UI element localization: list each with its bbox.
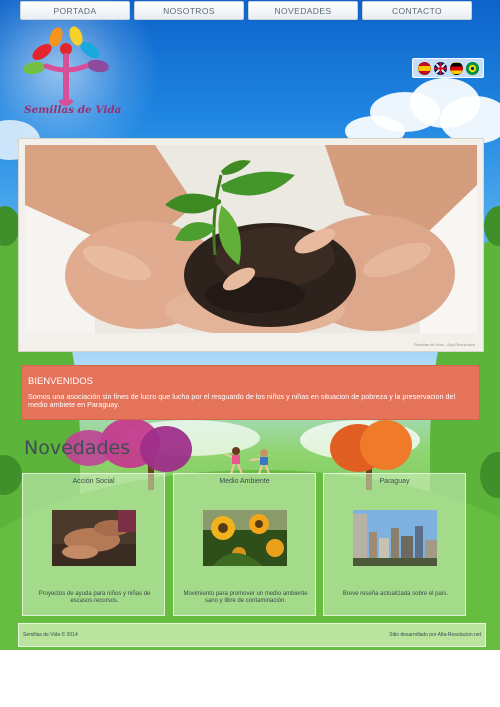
news-card-medio-ambiente[interactable]: Medio Ambiente Movimiento para promover … [173,473,316,616]
germany-flag-icon[interactable] [449,61,463,75]
children-hands-image [52,510,136,566]
hands-with-seedling-image [25,145,477,333]
welcome-text: Somos una asociación sin fines de lucro … [28,392,456,409]
main-nav: PORTADA NOSOTROS NOVEDADES CONTACTO [20,1,472,20]
hero-slideshow: Semillas de Vida - Alta-Resolucion [18,138,484,352]
logo-name: Semillas de Vida [24,104,122,116]
uk-flag-icon[interactable] [433,61,447,75]
city-skyline-image [353,510,437,566]
hero-caption: Semillas de Vida - Alta-Resolucion [413,342,475,347]
nav-item-portada[interactable]: PORTADA [20,1,130,20]
spain-flag-icon[interactable] [417,61,431,75]
card-description: Movimiento para promover un medio ambien… [183,591,308,604]
cloud [440,96,500,144]
card-image[interactable] [52,510,136,566]
welcome-title: BIENVENIDOS [28,376,93,387]
children-illustration [224,447,270,475]
news-card-accion-social[interactable]: Acción Social Proyectos de ayuda para ni… [22,473,165,616]
card-title[interactable]: Medio Ambiente [174,478,315,485]
novedades-heading: Novedades [24,437,131,459]
welcome-banner: BIENVENIDOS Somos una asociación sin fin… [21,365,480,420]
language-selector [412,58,484,78]
hero-photo [25,145,477,333]
tree [484,206,500,246]
brazil-flag-icon[interactable] [465,61,479,75]
nav-item-novedades[interactable]: NOVEDADES [248,1,358,20]
sunflowers-image [203,510,287,566]
pink-tree [140,426,192,472]
footer-copyright: Semillas de Vida © 2014 [23,632,78,638]
orange-tree [360,420,412,470]
news-card-paraguay[interactable]: Paraguay Breve reseña actualizada sobre … [323,473,466,616]
card-title[interactable]: Paraguay [324,478,465,485]
footer-credit-link[interactable]: Sitio desarrollado por Alta-Resolucion.n… [389,632,481,638]
card-image[interactable] [203,510,287,566]
card-description: Proyectos de ayuda para niños y niñas de… [38,591,151,604]
card-description: Breve reseña actualizada sobre el país. [342,591,449,597]
card-image[interactable] [353,510,437,566]
card-title[interactable]: Acción Social [23,478,164,485]
nav-item-nosotros[interactable]: NOSOTROS [134,1,244,20]
nav-item-contacto[interactable]: CONTACTO [362,1,472,20]
footer: Semillas de Vida © 2014 Sitio desarrolla… [18,623,486,647]
